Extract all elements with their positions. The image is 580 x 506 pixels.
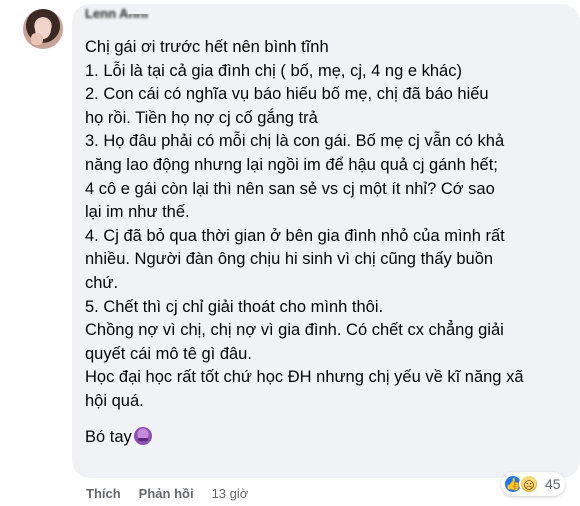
comment-line: Học đại học rất tốt chứ học ĐH nhưng chị… — [85, 368, 524, 387]
comment-line: họ rồi. Tiền họ nợ cj cố gắng trả — [85, 108, 318, 127]
comment-line: chứ. — [85, 273, 119, 292]
comment-line: lại im như thế. — [85, 203, 190, 222]
avatar-hand — [31, 33, 43, 45]
commenter-avatar[interactable] — [23, 9, 63, 49]
comment-line: hội quá. — [85, 391, 144, 410]
comment-actions: Thích Phản hồi 13 giờ — [86, 486, 248, 501]
comment-line: quyết cái mô tê gì đâu. — [85, 344, 252, 363]
comment-line: 2. Con cái có nghĩa vụ báo hiếu bố mẹ, c… — [85, 85, 489, 104]
comment-line: năng lao động nhưng lại ngồi im để hậu q… — [85, 155, 498, 174]
comment-closing-line: Bó tay — [85, 426, 568, 450]
comment-line: Chị gái ơi trước hết nên bình tĩnh — [85, 38, 329, 56]
comment-line: nhiều. Người đàn ông chịu hi sinh vì chị… — [85, 250, 494, 269]
like-button[interactable]: Thích — [86, 486, 121, 501]
comment-line: 1. Lỗi là tại cả gia đình chị ( bố, mẹ, … — [85, 61, 462, 80]
author-crop-mask — [128, 4, 248, 14]
reaction-summary[interactable]: 👍 ☹ 45 — [501, 472, 565, 496]
comment-line: Chồng nợ vì chị, chị nợ vì gia đình. Có … — [85, 321, 504, 340]
comment-line: 3. Họ đâu phải có mỗi chị là con gái. Bố… — [85, 132, 505, 151]
comment-line: 4. Cj đã bỏ qua thời gian ở bên gia đình… — [85, 226, 505, 245]
tired-face-emoji-icon — [133, 426, 152, 445]
comment-bubble: Lenn Anhl Chị gái ơi trước hết nên bình … — [72, 4, 580, 478]
comment-timestamp[interactable]: 13 giờ — [212, 486, 249, 501]
reaction-count: 45 — [545, 476, 561, 492]
comment-body: Chị gái ơi trước hết nên bình tĩnh 1. Lỗ… — [85, 36, 568, 449]
reply-button[interactable]: Phản hồi — [139, 486, 194, 501]
comment-line: 5. Chết thì cj chỉ giải thoát cho mình t… — [85, 297, 384, 316]
comment-line: 4 cô e gái còn lại thì nên san sẻ vs cj … — [85, 179, 495, 198]
sad-reaction-icon: ☹ — [519, 474, 539, 494]
comment-closing-text: Bó tay — [85, 427, 132, 446]
